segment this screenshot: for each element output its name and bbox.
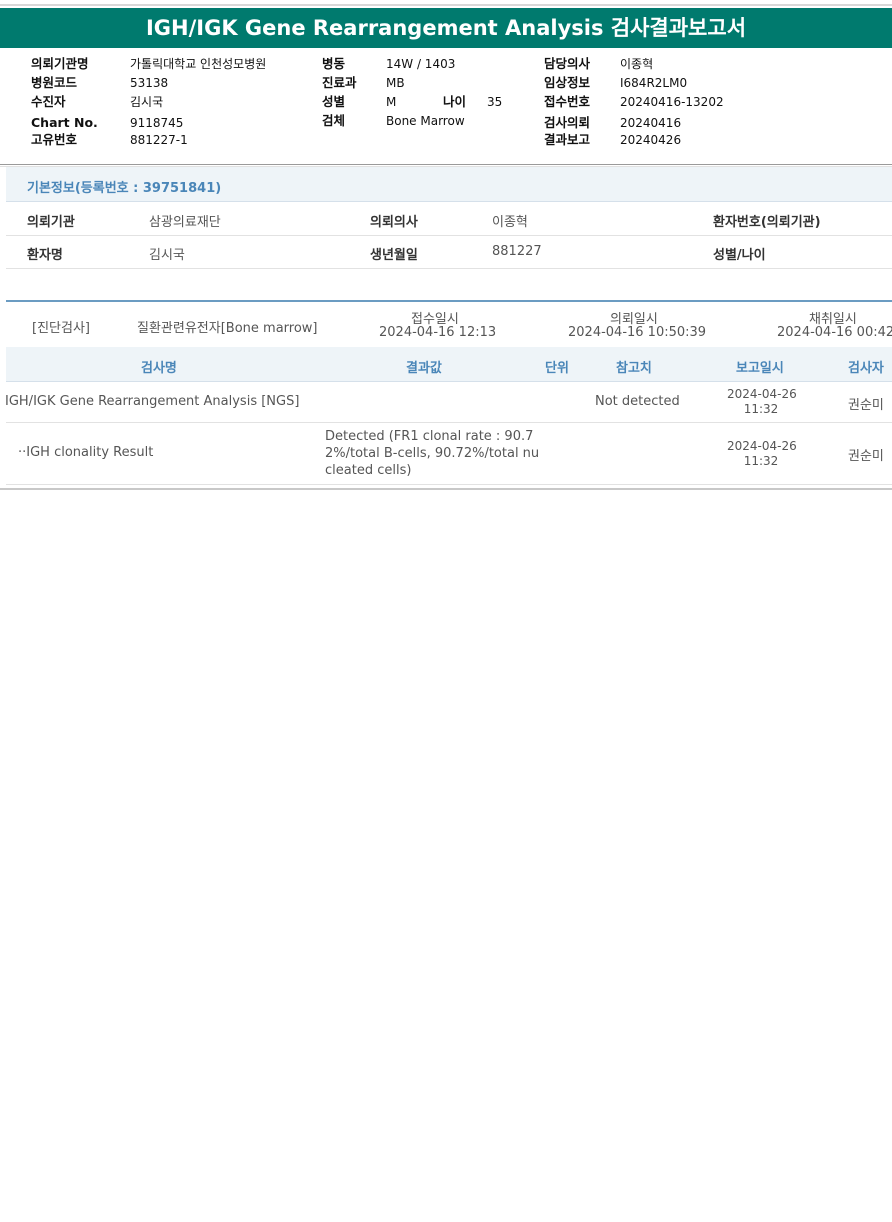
basic-info-row: 환자명 김시국 생년월일 881227 성별/나이 — [6, 235, 892, 269]
header-value-hospital-code: 53138 — [130, 76, 169, 90]
header-value-specimen: Bone Marrow — [386, 114, 465, 128]
report-datetime: 2024-04-26 11:32 — [727, 387, 797, 417]
basic-value-patient-name: 김시국 — [149, 248, 185, 263]
report-time: 11:32 — [743, 454, 779, 468]
basic-label-sex-age: 성별/나이 — [713, 248, 766, 263]
header-label-chart-no: Chart No. — [31, 115, 98, 130]
column-header-unit: 단위 — [545, 361, 569, 376]
header-label-patient: 수진자 — [31, 94, 66, 109]
report-date: 2024-04-26 — [727, 387, 797, 401]
header-value-result-report: 20240426 — [620, 133, 682, 147]
header-label-receipt-no: 접수번호 — [544, 94, 591, 109]
header-label-test-request: 검사의뢰 — [544, 115, 591, 130]
basic-info-title: 기본정보(등록번호 : 39751841) — [27, 181, 222, 196]
result-line: cleated cells) — [325, 463, 412, 478]
basic-label-doctor: 의뢰의사 — [370, 215, 418, 230]
header-value-department: MB — [386, 76, 405, 90]
header-value-clinical-info: I684R2LM0 — [620, 76, 688, 90]
basic-label-birthdate: 생년월일 — [370, 248, 418, 263]
basic-value-institution: 삼광의료재단 — [149, 215, 221, 230]
result-value: Detected (FR1 clonal rate : 90.7 2%/tota… — [325, 428, 539, 479]
bottom-border — [0, 488, 892, 490]
column-header-report-date: 보고일시 — [736, 361, 784, 376]
order-received-value: 2024-04-16 12:13 — [379, 325, 497, 340]
order-collected-value: 2024-04-16 00:42 — [777, 325, 892, 340]
header-value-institution: 가톨릭대학교 인천성모병원 — [130, 57, 267, 71]
basic-info-header: 기본정보(등록번호 : 39751841) — [6, 167, 892, 202]
basic-label-institution: 의뢰기관 — [27, 215, 75, 230]
header-divider — [0, 164, 892, 165]
reference-value: Not detected — [595, 394, 680, 409]
header-label-result-report: 결과보고 — [544, 132, 591, 147]
header-value-test-request: 20240416 — [620, 116, 682, 130]
test-name: IGH/IGK Gene Rearrangement Analysis [NGS… — [5, 394, 300, 409]
table-row[interactable]: ··IGH clonality Result Detected (FR1 clo… — [6, 423, 892, 485]
top-border — [0, 4, 892, 6]
header-value-ward: 14W / 1403 — [386, 57, 456, 71]
header-value-patient: 김시국 — [130, 95, 164, 109]
column-header-result: 결과값 — [406, 361, 442, 376]
header-value-receipt-no: 20240416-13202 — [620, 95, 724, 109]
report-title: IGH/IGK Gene Rearrangement Analysis 검사결과… — [0, 8, 892, 48]
basic-value-doctor: 이종혁 — [492, 215, 528, 230]
header-value-sex: M — [386, 95, 397, 109]
table-row[interactable]: IGH/IGK Gene Rearrangement Analysis [NGS… — [5, 382, 892, 423]
report-datetime: 2024-04-26 11:32 — [727, 439, 797, 469]
header-label-department: 진료과 — [322, 75, 357, 90]
order-category: [진단검사] — [32, 321, 90, 336]
report-time: 11:32 — [743, 402, 779, 416]
basic-value-birthdate: 881227 — [492, 244, 542, 259]
header-label-specimen: 검체 — [322, 113, 346, 128]
column-header-reference: 참고치 — [616, 361, 652, 376]
tester-name: 권순미 — [848, 449, 884, 464]
header-value-age: 35 — [487, 95, 503, 109]
header-label-sex: 성별 — [322, 94, 346, 109]
tester-name: 권순미 — [848, 398, 884, 413]
basic-label-patient-no: 환자번호(의뢰기관) — [713, 215, 821, 230]
result-line: Detected (FR1 clonal rate : 90.7 — [325, 429, 534, 444]
basic-label-patient-name: 환자명 — [27, 248, 63, 263]
header-label-age: 나이 — [443, 94, 467, 109]
order-specimen: 질환관련유전자[Bone marrow] — [137, 321, 318, 336]
test-name: ··IGH clonality Result — [18, 445, 154, 460]
header-value-unique-no: 881227-1 — [130, 133, 188, 147]
results-table-header: 검사명 결과값 단위 참고치 보고일시 검사자 — [6, 347, 892, 382]
result-line: 2%/total B-cells, 90.72%/total nu — [325, 446, 540, 461]
order-info-row: [진단검사] 질환관련유전자[Bone marrow] 접수일시 2024-04… — [6, 302, 892, 347]
header-label-institution: 의뢰기관명 — [31, 56, 89, 71]
report-date: 2024-04-26 — [727, 439, 797, 453]
header-label-clinical-info: 임상정보 — [544, 75, 591, 90]
header-label-doctor: 담당의사 — [544, 56, 591, 71]
header-label-unique-no: 고유번호 — [31, 132, 78, 147]
order-requested-value: 2024-04-16 10:50:39 — [568, 325, 707, 340]
header-value-chart-no: 9118745 — [130, 116, 184, 130]
header-value-doctor: 이종혁 — [620, 57, 654, 71]
header-label-ward: 병동 — [322, 56, 346, 71]
column-header-test-name: 검사명 — [141, 361, 177, 376]
header-label-hospital-code: 병원코드 — [31, 75, 78, 90]
basic-info-row: 의뢰기관 삼광의료재단 의뢰의사 이종혁 환자번호(의뢰기관) — [6, 202, 892, 236]
column-header-tester: 검사자 — [848, 361, 884, 376]
